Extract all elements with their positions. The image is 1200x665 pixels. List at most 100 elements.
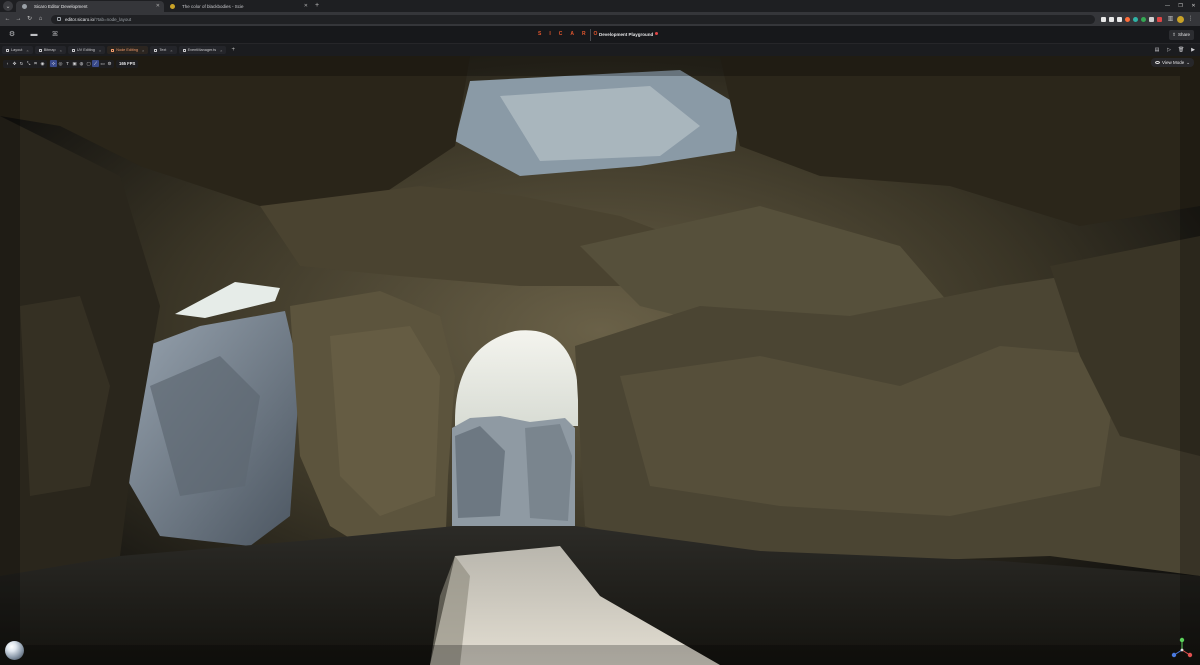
maximize-button[interactable]: ❐ (1174, 0, 1187, 12)
home-button[interactable]: ⌂ (36, 15, 45, 24)
close-window-button[interactable]: ✕ (1187, 0, 1200, 12)
close-icon[interactable]: ✕ (156, 1, 160, 12)
gizmo-tools: ⊹ ◎ T ▣ ◍ ▢ ⟋ ▭ ⚙ (49, 59, 114, 68)
browser-tab-strip: ⌄ Sicaro Editor Development ✕ The color … (0, 0, 1200, 12)
3d-viewport[interactable]: ‹ ✥ ↻ ⤡ ⌗ ◉ ⊹ ◎ T ▣ ◍ ▢ ⟋ ▭ ⚙ 165 FPS Vi… (0, 56, 1200, 665)
z-axis-handle[interactable] (1171, 652, 1177, 658)
transform-tools: ‹ ✥ ↻ ⤡ ⌗ ◉ (3, 59, 47, 68)
close-icon[interactable]: × (170, 48, 172, 53)
cave-scene-render (0, 56, 1200, 665)
image-icon[interactable]: ▣ (71, 60, 78, 67)
viewport-toolbar: ‹ ✥ ↻ ⤡ ⌗ ◉ ⊹ ◎ T ▣ ◍ ▢ ⟋ ▭ ⚙ 165 FPS (3, 59, 139, 68)
close-icon[interactable]: ✕ (304, 1, 308, 12)
select-icon[interactable]: ⊹ (50, 60, 57, 67)
play-icon[interactable]: ▷ (1166, 47, 1172, 53)
camera-icon[interactable]: ▭ (99, 60, 106, 67)
divider (590, 29, 591, 41)
project-title[interactable]: Development Playground (599, 32, 653, 37)
browser-tab-editor[interactable]: Sicaro Editor Development ✕ (16, 1, 164, 12)
users-icon[interactable]: ꕤ (50, 30, 60, 40)
box-icon[interactable]: ▢ (85, 60, 92, 67)
scale-tool-icon[interactable]: ⤡ (25, 60, 32, 67)
run-icon[interactable]: ▶ (1190, 47, 1196, 53)
extension-icon[interactable] (1149, 16, 1154, 22)
extension-icon[interactable] (1157, 16, 1162, 22)
panel-actions: ▤ ▷ 🗑 ▶ (1154, 47, 1196, 53)
rotate-tool-icon[interactable]: ↻ (18, 60, 25, 67)
eye-icon (1155, 61, 1161, 64)
axis-gizmo[interactable] (1170, 636, 1194, 660)
extensions-bar (1101, 16, 1162, 22)
close-icon[interactable]: × (60, 48, 62, 53)
settings-icon[interactable]: ⚙ (7, 30, 17, 40)
reload-button[interactable]: ↻ (25, 15, 34, 24)
extension-icon[interactable] (1125, 16, 1130, 22)
editor-header: ⚙ ▬ ꕤ SICARO Development Playground ⇧ Sh… (0, 26, 1200, 44)
extension-icon[interactable] (1101, 16, 1106, 22)
gizmo-center[interactable] (1180, 648, 1184, 652)
share-icon: ⇧ (1172, 32, 1176, 37)
uv-icon (71, 48, 75, 52)
snap-icon[interactable]: ⌗ (32, 60, 39, 67)
code-icon (182, 48, 186, 52)
favicon-icon (22, 4, 27, 9)
move-tool-icon[interactable]: ✥ (11, 60, 18, 67)
extension-icon[interactable] (1117, 16, 1122, 22)
window-controls: — ❐ ✕ (1161, 0, 1200, 12)
tab-bitmap[interactable]: Bitmap × (34, 46, 66, 54)
tab-label: Layout (11, 48, 23, 52)
extension-icon[interactable] (1109, 16, 1114, 22)
fps-counter: 165 FPS (116, 59, 139, 68)
tab-label: Text (159, 48, 167, 52)
text-tool-icon[interactable]: T (64, 60, 71, 67)
close-icon[interactable]: × (142, 48, 144, 53)
browser-tab-title: Sicaro Editor Development (34, 4, 88, 9)
view-mode-dropdown[interactable]: View Mode ⌄ (1151, 58, 1194, 67)
chevron-down-icon: ⌄ (1186, 59, 1190, 65)
close-icon[interactable]: × (220, 48, 222, 53)
close-icon[interactable]: × (26, 48, 28, 53)
site-info-icon[interactable] (57, 17, 61, 21)
tab-label: Node Editing (116, 48, 138, 52)
add-tab-button[interactable]: + (228, 47, 238, 53)
orbit-icon[interactable]: ◎ (57, 60, 64, 67)
y-axis-handle[interactable] (1179, 637, 1185, 643)
collapse-icon[interactable]: ‹ (4, 60, 11, 67)
browser-menu-icon[interactable]: ⋮ (1186, 15, 1195, 24)
tab-layout[interactable]: Layout × (2, 46, 33, 54)
x-axis-handle[interactable] (1187, 652, 1193, 658)
profile-avatar[interactable] (1177, 15, 1184, 23)
material-icon[interactable]: ◍ (78, 60, 85, 67)
tab-node-editing[interactable]: Node Editing × (107, 46, 149, 54)
tab-search-icon[interactable]: ⌄ (3, 1, 13, 11)
back-button[interactable]: ← (3, 15, 12, 24)
paint-icon[interactable]: ⟋ (92, 60, 99, 67)
sidebar-icon[interactable]: ▥ (1166, 15, 1175, 24)
url-path: /?tab=node_layout (94, 16, 132, 22)
new-tab-button[interactable]: + (312, 1, 322, 12)
extension-icon[interactable] (1133, 16, 1138, 22)
folder-icon[interactable]: ▬ (29, 30, 39, 40)
browser-tab-article[interactable]: The color of blackbodies - Scie ✕ (164, 1, 312, 12)
environment-sphere-preview[interactable] (5, 641, 24, 660)
brand-logo: SICARO (538, 31, 606, 37)
pivot-icon[interactable]: ◉ (39, 60, 46, 67)
document-icon[interactable]: ▤ (1154, 47, 1160, 53)
panel-tab-bar: Layout × Bitmap × UV Editing × Node Editing… (0, 44, 1200, 56)
share-button[interactable]: ⇧ Share (1169, 30, 1194, 40)
extension-icon[interactable] (1141, 16, 1146, 22)
url-input[interactable]: editor.sicaro.io /?tab=node_layout (51, 14, 1095, 24)
bitmap-icon (38, 48, 42, 52)
tab-text[interactable]: Text × (150, 46, 177, 54)
share-label: Share (1177, 32, 1190, 37)
tab-uv-editing[interactable]: UV Editing × (67, 46, 106, 54)
text-icon (154, 48, 158, 52)
trash-icon[interactable]: 🗑 (1178, 47, 1184, 53)
minimize-button[interactable]: — (1161, 0, 1174, 12)
close-icon[interactable]: × (99, 48, 101, 53)
gear-icon[interactable]: ⚙ (106, 60, 113, 67)
address-bar: ← → ↻ ⌂ editor.sicaro.io /?tab=node_layo… (0, 12, 1200, 26)
node-icon (111, 48, 115, 52)
forward-button[interactable]: → (14, 15, 23, 24)
tab-eventmanager[interactable]: EventManager.ts × (178, 46, 227, 54)
